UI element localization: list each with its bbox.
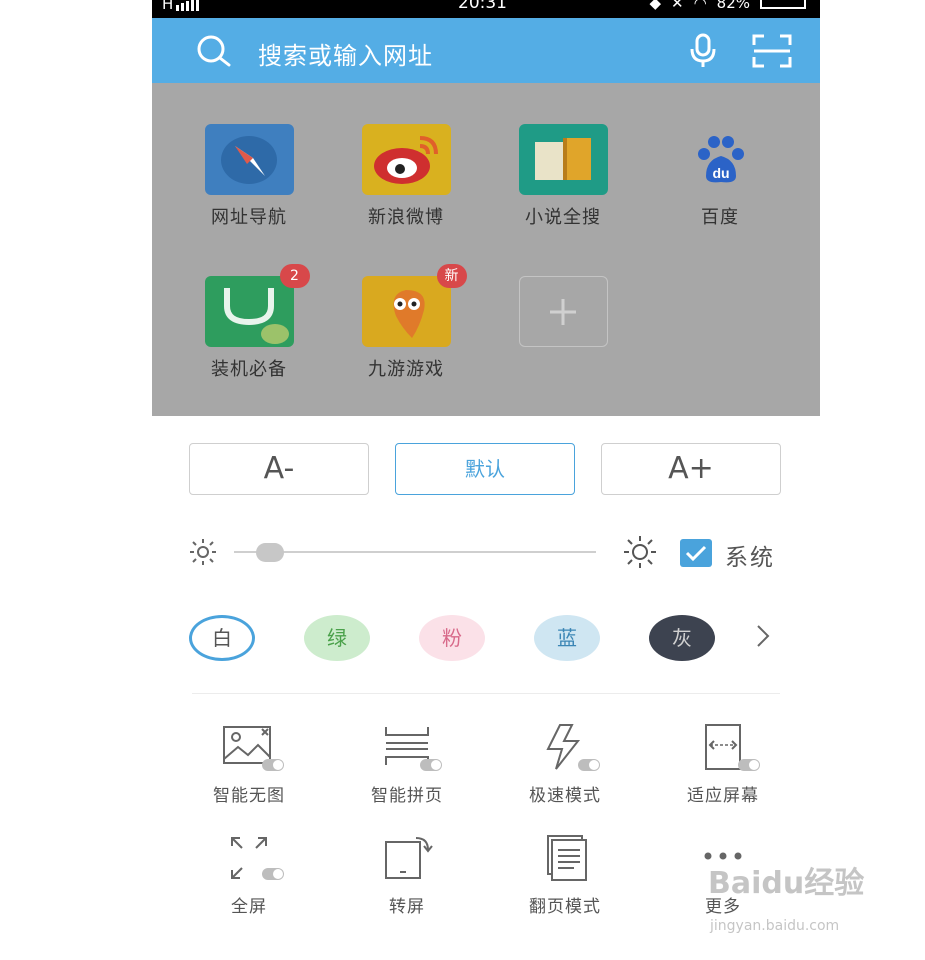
shortcut-nine-games[interactable]: 新 九游游戏	[341, 264, 471, 381]
signal-bars-icon	[176, 0, 201, 11]
status-bar: H 20:31 ◆ ✕ ◠ 82%	[152, 0, 820, 18]
feature-label: 智能拼页	[371, 786, 443, 806]
feature-label: 极速模式	[529, 786, 601, 806]
baidu-paw-icon: du	[676, 124, 765, 195]
toggle-off-icon	[262, 868, 284, 880]
theme-label: 粉	[442, 626, 462, 650]
theme-label: 白	[212, 626, 232, 650]
add-icon	[518, 276, 608, 347]
shortcut-label: 新浪微博	[368, 207, 444, 228]
shortcut-essential-apps[interactable]: 2 装机必备	[184, 264, 314, 381]
status-time: 20:31	[458, 0, 507, 13]
notification-icon: ◆	[649, 0, 661, 12]
scan-icon[interactable]	[752, 34, 792, 68]
svg-text:du: du	[712, 165, 729, 181]
notification-badge: 2	[279, 264, 310, 288]
battery-percent: 82%	[716, 0, 750, 12]
brightness-slider-track[interactable]	[234, 551, 596, 553]
page-merge-icon	[372, 723, 442, 771]
book-icon	[518, 124, 608, 195]
theme-gray[interactable]: 灰	[649, 615, 715, 661]
feature-label: 适应屏幕	[687, 786, 759, 806]
phone-screen: H 20:31 ◆ ✕ ◠ 82% 搜索或输入网址 网址导航 新浪微博 小说全搜…	[152, 0, 820, 960]
feature-label: 智能无图	[213, 786, 285, 806]
toggle-off-icon	[420, 759, 442, 771]
theme-label: 绿	[327, 626, 347, 650]
checkmark-icon	[685, 545, 707, 562]
shortcut-novel-search[interactable]: 小说全搜	[498, 124, 628, 229]
wifi-icon: ◠	[693, 0, 707, 12]
theme-blue[interactable]: 蓝	[534, 615, 600, 661]
fullscreen-icon	[214, 834, 284, 882]
feature-page-turn-mode[interactable]: 翻页模式	[500, 834, 630, 917]
battery-icon	[760, 0, 806, 9]
feature-speed-mode[interactable]: 极速模式	[500, 723, 630, 806]
shopping-bag-android-icon: 2	[204, 264, 310, 347]
rotate-screen-icon	[372, 834, 442, 882]
weibo-icon	[361, 124, 451, 195]
feature-label: 转屏	[389, 897, 425, 917]
divider	[192, 693, 780, 694]
fit-screen-icon	[688, 723, 760, 771]
feature-label: 全屏	[231, 897, 267, 917]
search-bar[interactable]: 搜索或输入网址	[152, 18, 820, 83]
system-brightness-checkbox[interactable]	[680, 539, 712, 567]
feature-fit-screen[interactable]: 适应屏幕	[658, 723, 788, 806]
theme-white[interactable]: 白	[189, 615, 255, 661]
shortcut-weibo[interactable]: 新浪微博	[341, 124, 471, 229]
feature-fullscreen[interactable]: 全屏	[184, 834, 314, 917]
feature-rotate-screen[interactable]: 转屏	[342, 834, 472, 917]
status-icons: ◆ ✕ ◠ 82%	[649, 0, 806, 12]
shortcut-label: 九游游戏	[368, 359, 444, 380]
shortcut-label: 网址导航	[211, 207, 287, 228]
search-input[interactable]: 搜索或输入网址	[258, 36, 433, 71]
shortcut-web-nav[interactable]: 网址导航	[184, 124, 314, 229]
baidu-watermark: Baidu经验 jingyan.baidu.com	[708, 858, 865, 934]
page-turn-icon	[530, 834, 600, 882]
microphone-icon[interactable]	[688, 33, 718, 69]
signal-indicator: H	[162, 0, 201, 13]
font-increase-button[interactable]: A+	[601, 443, 781, 495]
theme-pink[interactable]: 粉	[419, 615, 485, 661]
brightness-high-icon	[624, 536, 656, 568]
toggle-off-icon	[578, 759, 600, 771]
feature-smart-page-merge[interactable]: 智能拼页	[342, 723, 472, 806]
theme-label: 灰	[672, 626, 692, 650]
lightning-icon	[530, 723, 600, 771]
shortcut-baidu[interactable]: du 百度	[655, 124, 785, 229]
brightness-slider-thumb[interactable]	[256, 543, 284, 562]
toggle-off-icon	[738, 759, 760, 771]
compass-icon	[204, 124, 294, 195]
game-mascot-icon: 新	[361, 264, 467, 347]
theme-green[interactable]: 绿	[304, 615, 370, 661]
new-badge: 新	[436, 264, 467, 288]
font-default-button[interactable]: 默认	[395, 443, 575, 495]
shortcut-label: 小说全搜	[525, 207, 601, 228]
font-decrease-button[interactable]: A-	[189, 443, 369, 495]
no-image-icon	[214, 723, 284, 771]
network-type: H	[162, 0, 174, 13]
toggle-off-icon	[262, 759, 284, 771]
watermark-url: jingyan.baidu.com	[710, 918, 840, 934]
theme-label: 蓝	[557, 626, 577, 650]
brightness-low-icon	[190, 539, 216, 565]
watermark-text: Baidu经验	[708, 866, 865, 901]
feature-label: 翻页模式	[529, 897, 601, 917]
system-brightness-label: 系统	[725, 545, 775, 571]
add-shortcut-button[interactable]	[498, 276, 628, 347]
chevron-right-icon[interactable]	[754, 622, 774, 650]
shortcut-grid: 网址导航 新浪微博 小说全搜 du 百度 2 装机必备 新 九游游戏	[152, 83, 820, 416]
shortcut-label: 装机必备	[211, 359, 287, 380]
silent-icon: ✕	[670, 0, 684, 12]
feature-smart-no-image[interactable]: 智能无图	[184, 723, 314, 806]
shortcut-label: 百度	[701, 207, 739, 228]
search-icon[interactable]	[196, 35, 232, 67]
